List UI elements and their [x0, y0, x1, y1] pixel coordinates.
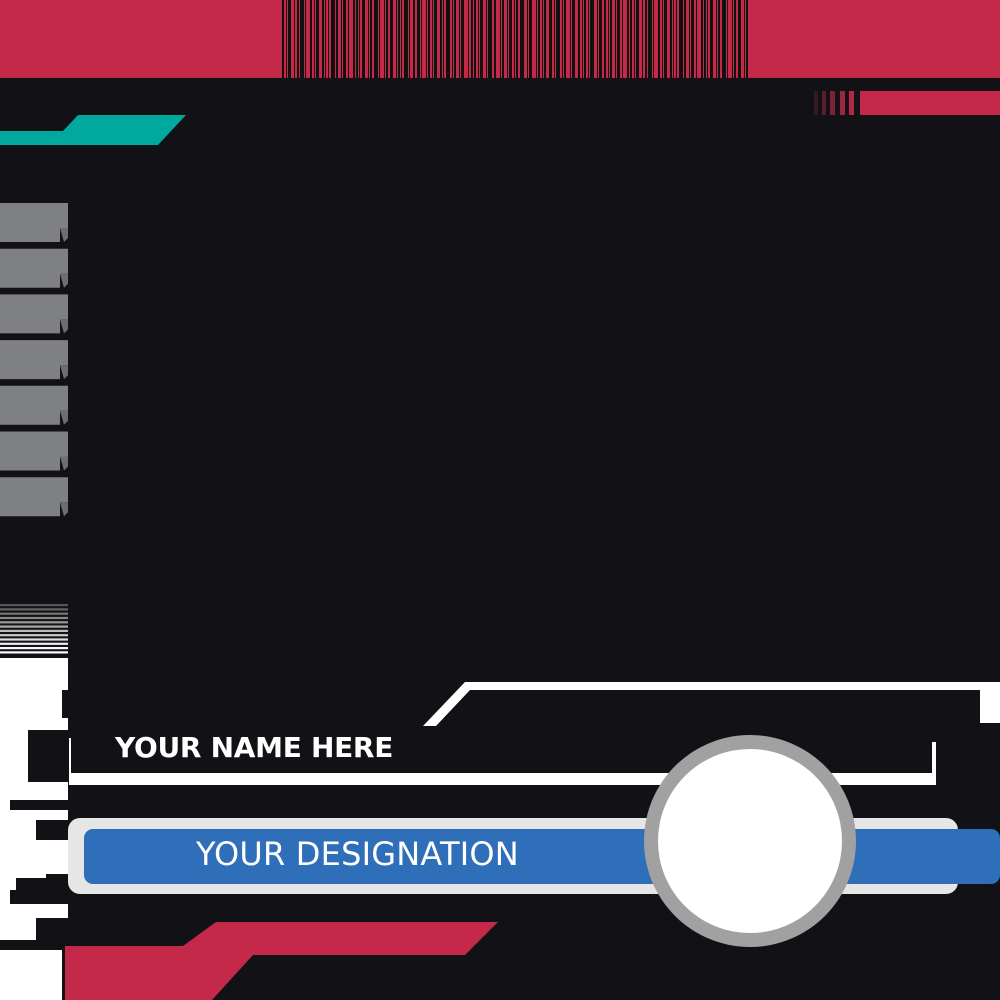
- accent-bar-right: [814, 91, 1000, 115]
- designation-placeholder: YOUR DESIGNATION: [196, 835, 519, 873]
- barcode-icon: [281, 0, 748, 78]
- stripe-lines: [0, 604, 68, 654]
- id-card-frame: YOUR NAME HERE YOUR DESIGNATION: [0, 0, 1000, 1000]
- circle-photo-frame: [658, 749, 842, 933]
- teal-accent: [0, 115, 186, 145]
- name-placeholder: YOUR NAME HERE: [115, 731, 394, 764]
- bottom-crimson-accent: [65, 922, 498, 1000]
- gray-tab-stack: [0, 203, 68, 517]
